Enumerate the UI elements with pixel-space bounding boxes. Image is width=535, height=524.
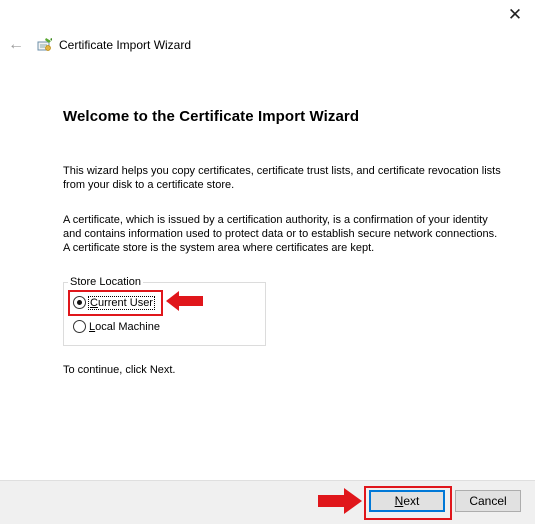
radio-local-machine[interactable]: Local Machine — [73, 320, 160, 333]
continue-instruction: To continue, click Next. — [63, 364, 176, 376]
cancel-button[interactable]: Cancel — [455, 490, 521, 512]
page-heading: Welcome to the Certificate Import Wizard — [63, 108, 360, 125]
red-arrow-right-icon — [318, 488, 362, 514]
intro-paragraph: This wizard helps you copy certificates,… — [63, 165, 501, 191]
radio-local-machine-label[interactable]: Local Machine — [89, 321, 160, 333]
certificate-icon — [37, 38, 52, 51]
store-location-legend: Store Location — [68, 276, 143, 288]
red-arrow-left-icon — [166, 291, 203, 311]
back-arrow-icon[interactable]: ← — [7, 36, 25, 54]
radio-button-unselected[interactable] — [73, 320, 86, 333]
window-title: Certificate Import Wizard — [59, 38, 192, 52]
close-icon[interactable]: ✕ — [503, 4, 527, 26]
certificate-import-wizard-dialog: ✕ ← Certificate Import Wizard Welcome to… — [0, 0, 535, 524]
next-button[interactable]: Next — [369, 490, 445, 512]
certificate-description-paragraph: A certificate, which is issued by a cert… — [63, 214, 498, 254]
highlight-box-current-user — [68, 290, 163, 316]
